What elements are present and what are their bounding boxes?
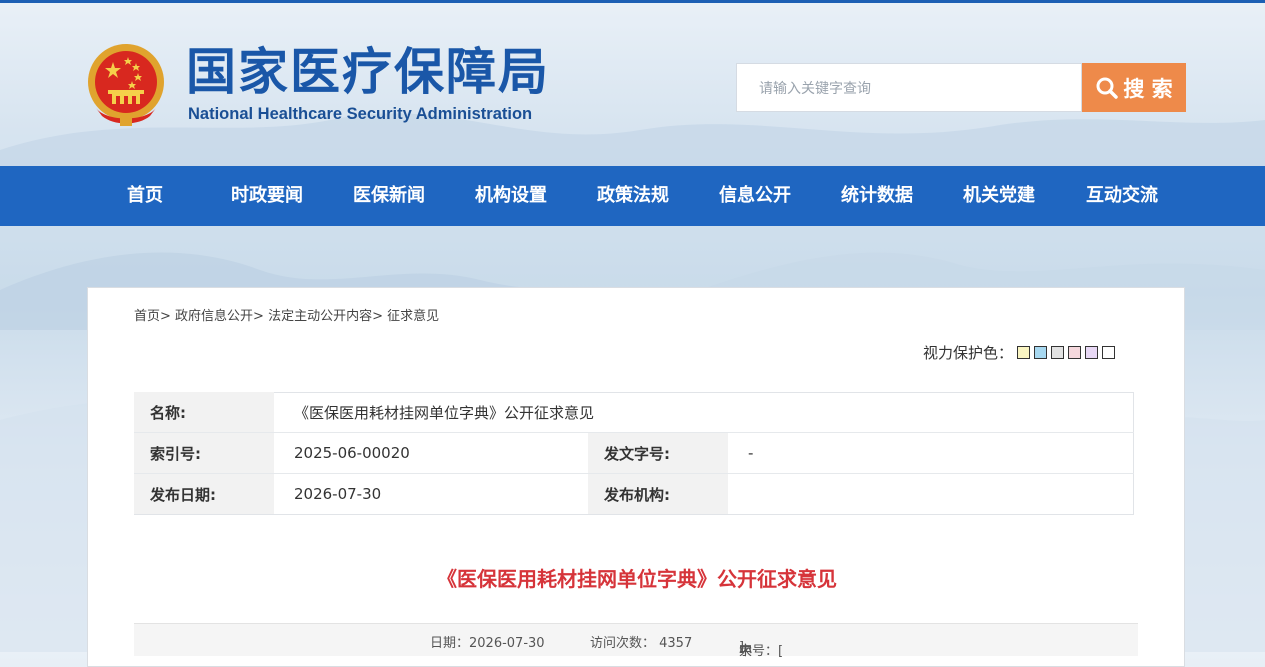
breadcrumb-statutory[interactable]: 法定主动公开内容> xyxy=(268,309,383,324)
visit-count: 访问次数： 4357 xyxy=(590,636,693,651)
nav-item-news[interactable]: 时政要闻 xyxy=(231,166,303,226)
color-swatch-blue[interactable] xyxy=(1034,346,1048,359)
org-label: 发布机构: xyxy=(588,473,728,514)
site-subtitle: National Healthcare Security Administrat… xyxy=(188,105,533,123)
nav-item-medical-news[interactable]: 医保新闻 xyxy=(353,166,425,226)
search-box xyxy=(736,63,1082,113)
docno-label: 发文字号: xyxy=(588,432,728,474)
org-value xyxy=(728,474,1134,515)
nav-item-statistics[interactable]: 统计数据 xyxy=(841,166,913,226)
search-icon xyxy=(1096,77,1119,99)
font-size-close: ] xyxy=(739,640,745,655)
vision-label: 视力保护色： xyxy=(923,344,1014,362)
color-swatch-white[interactable] xyxy=(1102,346,1116,359)
breadcrumb: 首页> 政府信息公开> 法定主动公开内容> 征求意见 xyxy=(134,305,439,324)
publish-date: 日期：2026-07-30 xyxy=(430,636,545,651)
nav-item-disclosure[interactable]: 信息公开 xyxy=(719,166,791,226)
national-emblem-icon xyxy=(88,44,164,126)
color-swatch-yellow[interactable] xyxy=(1017,346,1031,359)
date-label: 发布日期: xyxy=(134,473,274,514)
site-title[interactable]: 国家医疗保障局 xyxy=(186,44,550,100)
date-value: 2026-07-30 xyxy=(294,485,382,503)
vision-protection: 视力保护色： xyxy=(923,342,1116,363)
metadata-table: 名称: 《医保医用耗材挂网单位字典》公开征求意见 索引号: 2025-06-00… xyxy=(134,392,1134,514)
search-input[interactable] xyxy=(757,64,1081,113)
breadcrumb-consultation[interactable]: 征求意见 xyxy=(387,309,439,324)
index-value: 2025-06-00020 xyxy=(274,432,588,474)
breadcrumb-home[interactable]: 首页> xyxy=(134,309,171,324)
nav-item-party[interactable]: 机关党建 xyxy=(963,166,1035,226)
nav-item-organization[interactable]: 机构设置 xyxy=(475,166,547,226)
name-value: 《医保医用耗材挂网单位字典》公开征求意见 xyxy=(274,392,1134,433)
search-button[interactable]: 搜 索 xyxy=(1082,63,1186,112)
docno-value: - xyxy=(728,432,1134,474)
color-swatch-gray[interactable] xyxy=(1051,346,1065,359)
color-swatch-pink[interactable] xyxy=(1068,346,1082,359)
nav-item-policy[interactable]: 政策法规 xyxy=(597,166,669,226)
color-swatch-purple[interactable] xyxy=(1085,346,1099,359)
index-label: 索引号: xyxy=(134,432,274,474)
document-title: 《医保医用耗材挂网单位字典》公开征求意见 xyxy=(437,567,837,591)
content-panel: 首页> 政府信息公开> 法定主动公开内容> 征求意见 视力保护色： 名称: 《医… xyxy=(87,287,1185,667)
breadcrumb-gov-info[interactable]: 政府信息公开> xyxy=(175,309,264,324)
main-nav: 首页 时政要闻 医保新闻 机构设置 政策法规 信息公开 统计数据 机关党建 互动… xyxy=(0,166,1265,226)
document-info-bar: 日期：2026-07-30 访问次数： 4357 字号：[ 大 中 小 ] xyxy=(134,623,1138,659)
search-button-label: 搜 索 xyxy=(1123,76,1173,101)
name-label: 名称: xyxy=(134,392,274,433)
nav-item-home[interactable]: 首页 xyxy=(127,166,163,226)
nav-item-interaction[interactable]: 互动交流 xyxy=(1086,166,1158,226)
